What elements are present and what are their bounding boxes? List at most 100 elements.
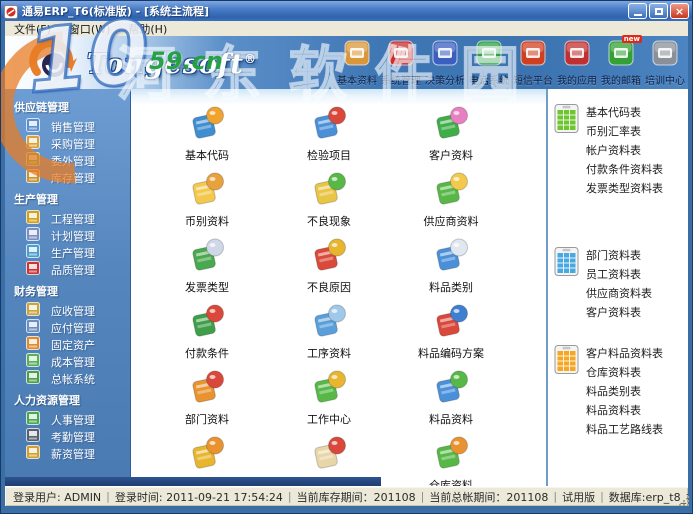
quality-icon <box>26 261 40 278</box>
window-title: 通易ERP_T6(标准版) - [系统主流程] <box>22 3 628 19</box>
sidebar-item[interactable]: 库存管理 <box>5 169 130 186</box>
toolbar-button[interactable]: 决策分析 <box>423 40 467 87</box>
sidebar-section-title: 人力资源管理 <box>5 387 130 411</box>
sidebar-item-label: 薪资管理 <box>51 446 95 462</box>
report-link[interactable]: 员工资料表 <box>586 265 652 284</box>
warehouse-data-icon <box>432 433 470 475</box>
attendance-icon <box>26 428 40 445</box>
shortcut-label: 料品编码方案 <box>418 345 484 361</box>
shortcut-item[interactable]: 料品资料 <box>399 367 503 433</box>
toolbar-button[interactable]: 我的应用 <box>555 40 599 87</box>
brand-logo: Tongesoft® <box>29 38 257 90</box>
my-apps-icon <box>564 40 590 70</box>
shortcut-item[interactable]: 料品类别 <box>399 235 503 301</box>
shortcut-item[interactable]: 工作中心 <box>277 367 381 433</box>
shortcut-item[interactable]: 不良原因 <box>277 235 381 301</box>
sidebar-item[interactable]: 考勤管理 <box>5 428 130 445</box>
sidebar-item[interactable]: 品质管理 <box>5 261 130 278</box>
report-link[interactable]: 帐户资料表 <box>586 141 663 160</box>
report-link[interactable]: 币别汇率表 <box>586 122 663 141</box>
report-link[interactable]: 料品资料表 <box>586 401 663 420</box>
shortcut-item[interactable]: 币别资料 <box>155 169 259 235</box>
shortcut-label: 币别资料 <box>185 213 229 229</box>
toolbar-button[interactable]: 系统管理 <box>379 40 423 87</box>
sidebar-item[interactable]: 委外管理 <box>5 152 130 169</box>
report-link[interactable]: 客户资料表 <box>586 303 652 322</box>
shortcut-item[interactable]: 基本代码 <box>155 103 259 169</box>
report-link[interactable]: 发票类型资料表 <box>586 179 663 198</box>
app-icon <box>4 4 18 18</box>
sidebar-item-label: 成本管理 <box>51 354 95 370</box>
decision-analysis-icon <box>432 40 458 70</box>
shortcut-item[interactable]: 客户资料 <box>399 103 503 169</box>
report-link[interactable]: 客户料品资料表 <box>586 344 663 363</box>
inspection-item-icon <box>310 103 348 145</box>
phone-system-icon <box>476 40 502 70</box>
shortcut-item[interactable]: 不良现象 <box>277 169 381 235</box>
report-link[interactable]: 仓库资料表 <box>586 363 663 382</box>
status-separator: | <box>283 490 297 503</box>
sidebar-item[interactable]: 工程管理 <box>5 210 130 227</box>
toolbar-button[interactable]: 培训中心 <box>643 40 687 87</box>
sidebar-item[interactable]: 应收管理 <box>5 302 130 319</box>
sidebar-item-label: 库存管理 <box>51 170 95 186</box>
sidebar-item[interactable]: 总帐系统 <box>5 370 130 387</box>
sidebar-item[interactable]: 人事管理 <box>5 411 130 428</box>
sidebar-item[interactable]: 生产管理 <box>5 244 130 261</box>
close-button[interactable]: × <box>670 3 689 19</box>
report-link[interactable]: 部门资料表 <box>586 246 652 265</box>
sidebar-item[interactable]: 固定资产 <box>5 336 130 353</box>
sidebar-item[interactable]: 采购管理 <box>5 135 130 152</box>
sidebar-item[interactable]: 计划管理 <box>5 227 130 244</box>
sidebar-item-label: 应收管理 <box>51 303 95 319</box>
shortcut-grid: 基本代码 检验项目 客户资料 币别资料 不良现象 <box>131 89 546 499</box>
status-separator: | <box>595 490 609 503</box>
toolbar-button[interactable]: 短信平台 <box>511 40 555 87</box>
module-sidebar: 供应链管理 销售管理 采购管理 委外管理 库存管理生产管理 工程管理 计划管理 … <box>5 89 131 486</box>
shortcut-item[interactable]: 工序资料 <box>277 301 381 367</box>
shortcut-label: 发票类型 <box>185 279 229 295</box>
menu-item[interactable]: 帮助(H) <box>119 21 176 37</box>
sidebar-item-label: 固定资产 <box>51 337 95 353</box>
main-area: 供应链管理 销售管理 采购管理 委外管理 库存管理生产管理 工程管理 计划管理 … <box>5 89 688 486</box>
shortcut-item[interactable]: 发票类型 <box>155 235 259 301</box>
report-group: 部门资料表员工资料表供应商资料表客户资料表 <box>554 246 686 322</box>
status-segment: 登录用户: ADMIN <box>13 489 101 505</box>
minimize-button[interactable] <box>628 3 647 19</box>
blue-report-icon <box>554 246 579 280</box>
shortcut-item[interactable]: 供应商资料 <box>399 169 503 235</box>
sidebar-item[interactable]: 应付管理 <box>5 319 130 336</box>
shortcut-item[interactable]: 料品编码方案 <box>399 301 503 367</box>
sidebar-item-label: 人事管理 <box>51 412 95 428</box>
resize-grip[interactable] <box>678 492 690 511</box>
shortcut-label: 客户资料 <box>429 147 473 163</box>
sidebar-item[interactable]: 成本管理 <box>5 353 130 370</box>
sidebar-item[interactable]: 薪资管理 <box>5 445 130 462</box>
shortcut-label: 付款条件 <box>185 345 229 361</box>
maximize-button[interactable] <box>649 3 668 19</box>
shortcut-item[interactable]: 部门资料 <box>155 367 259 433</box>
report-link[interactable]: 付款条件资料表 <box>586 160 663 179</box>
toolbar-label: 决策分析 <box>425 72 465 87</box>
menu-item[interactable]: 窗口(W) <box>60 21 119 37</box>
shortcut-item[interactable]: 检验项目 <box>277 103 381 169</box>
main-toolbar: 基本资料 系统管理 决策分析 电话系统 短信平台 我的应用 new我的邮箱 培训… <box>335 40 687 87</box>
item-category-icon <box>432 235 470 277</box>
sidebar-item[interactable]: 销售管理 <box>5 118 130 135</box>
toolbar-button[interactable]: 基本资料 <box>335 40 379 87</box>
shortcut-item[interactable]: 付款条件 <box>155 301 259 367</box>
orange-report-icon <box>554 344 579 378</box>
report-link[interactable]: 供应商资料表 <box>586 284 652 303</box>
maximize-icon <box>655 8 663 15</box>
status-segment: 登录时间: 2011-09-21 17:54:24 <box>115 489 283 505</box>
report-link[interactable]: 料品工艺路线表 <box>586 420 663 439</box>
toolbar-button[interactable]: new我的邮箱 <box>599 40 643 87</box>
report-link[interactable]: 基本代码表 <box>586 103 663 122</box>
payment-terms-icon <box>188 301 226 343</box>
sidebar-item-label: 生产管理 <box>51 245 95 261</box>
menu-item[interactable]: 文件(F) <box>5 21 60 37</box>
report-list: 客户料品资料表仓库资料表料品类别表料品资料表料品工艺路线表 <box>586 344 663 439</box>
toolbar-button[interactable]: 电话系统 <box>467 40 511 87</box>
engineering-icon <box>26 210 40 227</box>
report-link[interactable]: 料品类别表 <box>586 382 663 401</box>
